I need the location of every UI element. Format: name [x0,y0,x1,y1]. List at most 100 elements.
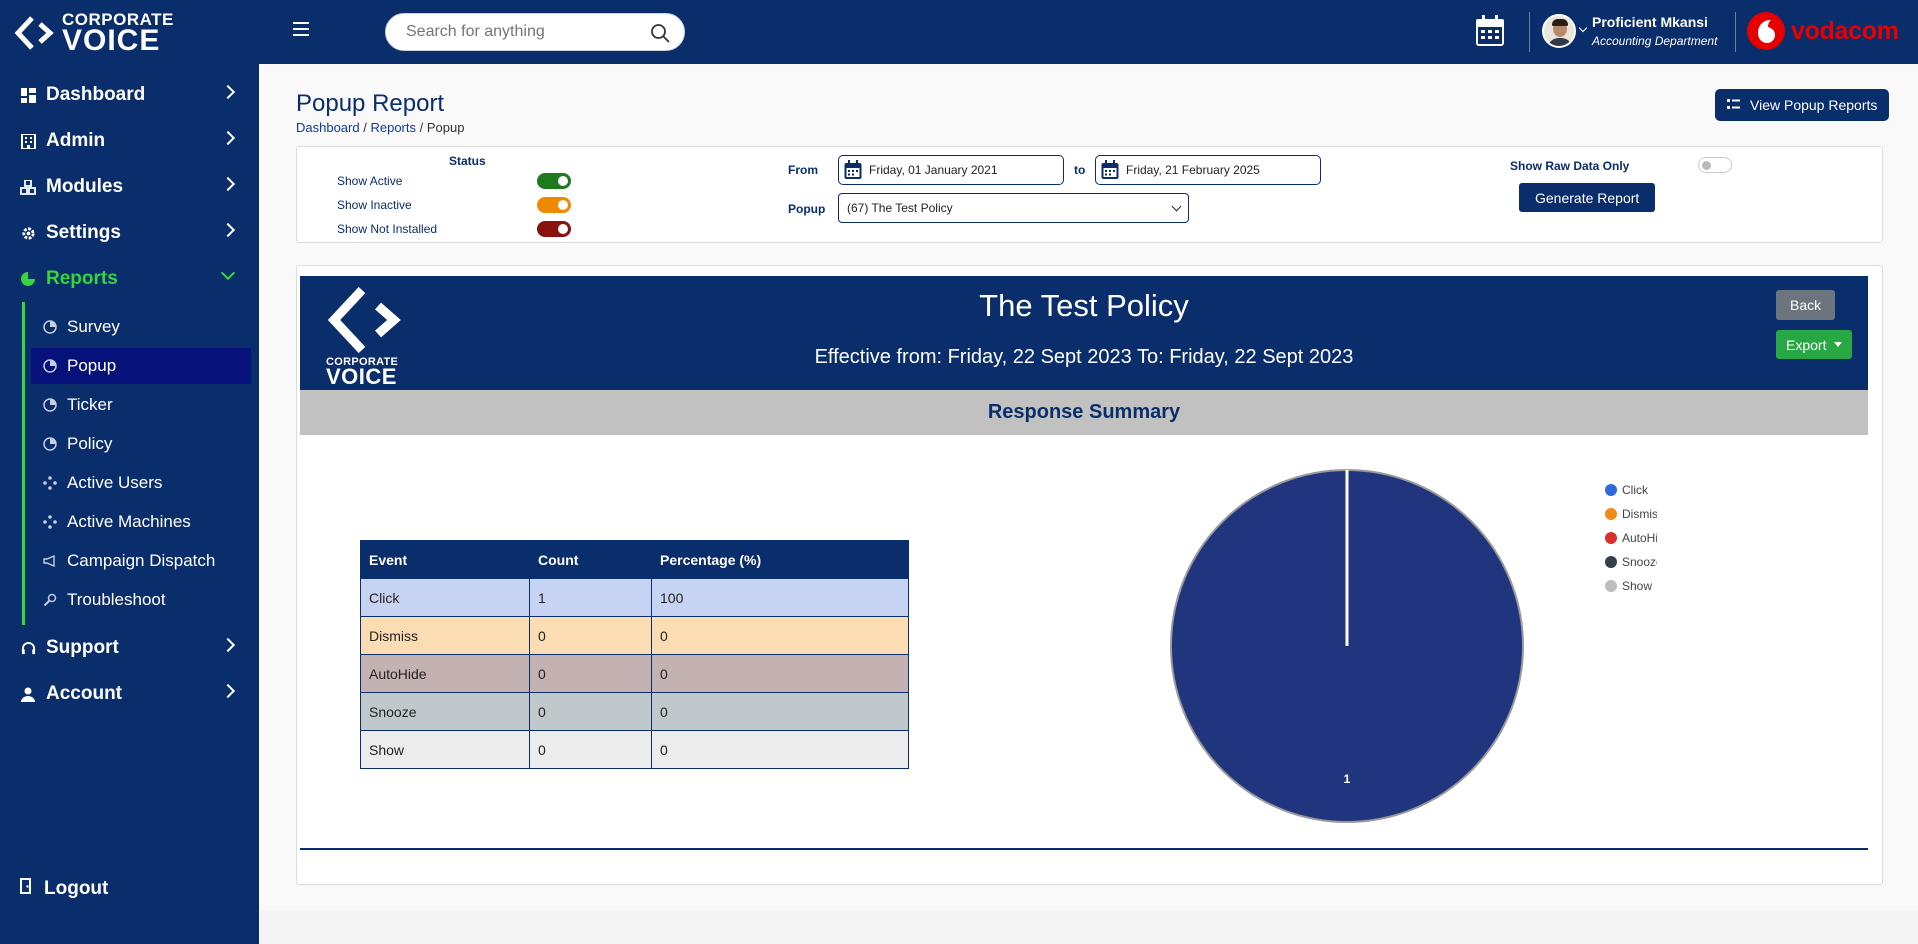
network-icon [43,515,57,529]
logo-line2: VOICE [62,23,161,57]
column-header: Event [360,540,530,579]
vodacom-speechmark-icon [1747,12,1785,50]
sidebar-item-reports[interactable]: Reports [0,256,259,302]
show-not-installed-toggle[interactable] [537,221,571,237]
breadcrumb-dashboard[interactable]: Dashboard [296,120,360,135]
table-cell: 0 [529,654,652,693]
table-cell: 0 [651,730,909,769]
sidebar-subitem-campaign-dispatch[interactable]: Campaign Dispatch [31,543,251,579]
back-button[interactable]: Back [1776,290,1836,320]
legend-item-show[interactable]: Show [1622,579,1652,593]
chevron-right-icon [220,222,236,238]
report-banner: CORPORATE VOICE The Test Policy Effectiv… [300,276,1868,390]
table-header-row: Event Count Percentage (%) [360,540,909,579]
table-cell: 0 [529,616,652,655]
sidebar-item-admin[interactable]: Admin [0,118,259,164]
column-header: Count [529,540,652,579]
caret-down-icon [1834,342,1843,347]
sidebar-subitem-policy[interactable]: Policy [31,426,251,462]
table-row: Show 0 0 [360,730,909,769]
legend-swatch [1605,532,1617,544]
calendar-icon [1101,160,1119,179]
legend-item-dismiss[interactable]: Dismiss [1622,507,1657,521]
sidebar-item-modules[interactable]: Modules [0,164,259,210]
table-cell: 100 [651,578,909,617]
list-icon [1727,97,1740,113]
sidebar-subitem-label: Troubleshoot [67,590,166,609]
reports-submenu: Survey Popup Ticker Policy Active Users … [22,302,259,625]
view-popup-reports-label: View Popup Reports [1750,97,1878,113]
calendar-icon[interactable] [1475,15,1505,47]
from-date-value: Friday, 01 January 2021 [869,163,998,177]
toggle-label: Show Inactive [337,198,412,212]
sidebar: CORPORATE VOICE Dashboard Admin Modules [0,0,259,944]
search-input[interactable] [406,23,636,41]
breadcrumb-separator: / [419,120,427,135]
vodacom-wordmark: vodacom [1791,16,1899,45]
from-label: From [788,163,818,177]
toggle-row-not-installed: Show Not Installed [337,220,577,238]
toggle-row-active: Show Active [337,172,577,190]
popup-select-value: (67) The Test Policy [847,201,953,215]
status-title: Status [449,154,486,168]
view-popup-reports-button[interactable]: View Popup Reports [1715,89,1890,121]
filter-panel: Status Show Active Show Inactive Show No… [296,146,1883,243]
sidebar-item-support[interactable]: Support [0,625,259,671]
show-inactive-toggle[interactable] [537,197,571,213]
page-title: Popup Report [296,90,445,117]
sidebar-subitem-active-users[interactable]: Active Users [31,465,251,501]
user-menu[interactable]: Proficient Mkansi Accounting Department [1542,14,1717,48]
column-header: Percentage (%) [651,540,909,579]
gear-icon [20,225,36,241]
sidebar-subitem-active-machines[interactable]: Active Machines [31,504,251,540]
sidebar-item-settings[interactable]: Settings [0,210,259,256]
table-cell: 0 [651,692,909,731]
vodacom-logo: vodacom [1747,12,1899,50]
table-cell: Click [360,578,530,617]
sidebar-subitem-survey[interactable]: Survey [31,309,251,345]
sidebar-item-label: Dashboard [46,84,146,105]
sidebar-subitem-label: Ticker [67,395,113,414]
legend-item-autohide[interactable]: AutoHide [1622,531,1657,545]
sidebar-item-label: Account [46,683,122,704]
sidebar-subitem-ticker[interactable]: Ticker [31,387,251,423]
raw-data-toggle[interactable] [1698,157,1732,173]
table-cell: 0 [651,654,909,693]
legend-item-click[interactable]: Click [1622,483,1649,497]
avatar [1542,14,1576,48]
user-icon [20,686,36,702]
logout-label: Logout [44,878,109,899]
from-date-input[interactable]: Friday, 01 January 2021 [838,155,1064,185]
logout-button[interactable]: Logout [20,878,108,900]
toggle-row-inactive: Show Inactive [337,196,577,214]
megaphone-icon [43,554,57,568]
raw-data-label: Show Raw Data Only [1510,159,1630,173]
show-active-toggle[interactable] [537,173,571,189]
breadcrumb-reports[interactable]: Reports [370,120,416,135]
user-name: Proficient Mkansi [1592,14,1708,30]
search-box[interactable] [385,13,685,51]
corporate-voice-logo[interactable]: CORPORATE VOICE [14,10,204,56]
sidebar-item-dashboard[interactable]: Dashboard [0,72,259,118]
legend-item-snooze[interactable]: Snooze [1622,555,1657,569]
sidebar-item-account[interactable]: Account [0,671,259,717]
to-date-value: Friday, 21 February 2025 [1126,163,1260,177]
main-content: Popup Report Dashboard / Reports / Popup… [259,64,1918,910]
table-cell: Show [360,730,530,769]
to-date-input[interactable]: Friday, 21 February 2025 [1095,155,1321,185]
export-button[interactable]: Export [1776,330,1853,359]
popup-select[interactable]: (67) The Test Policy [838,193,1189,223]
sidebar-subitem-popup[interactable]: Popup [31,348,251,384]
table-cell: 0 [529,692,652,731]
sidebar-subitem-troubleshoot[interactable]: Troubleshoot [31,582,251,618]
topbar-divider [1735,12,1736,52]
door-icon [20,878,32,900]
hamburger-menu-icon[interactable] [293,22,309,36]
sidebar-item-label: Support [46,637,119,658]
sidebar-subitem-label: Active Users [67,473,163,492]
search-icon[interactable] [650,23,670,43]
generate-report-button[interactable]: Generate Report [1519,183,1656,212]
response-summary-heading: Response Summary [300,390,1868,435]
headset-icon [20,640,36,656]
table-cell: 1 [529,578,652,617]
